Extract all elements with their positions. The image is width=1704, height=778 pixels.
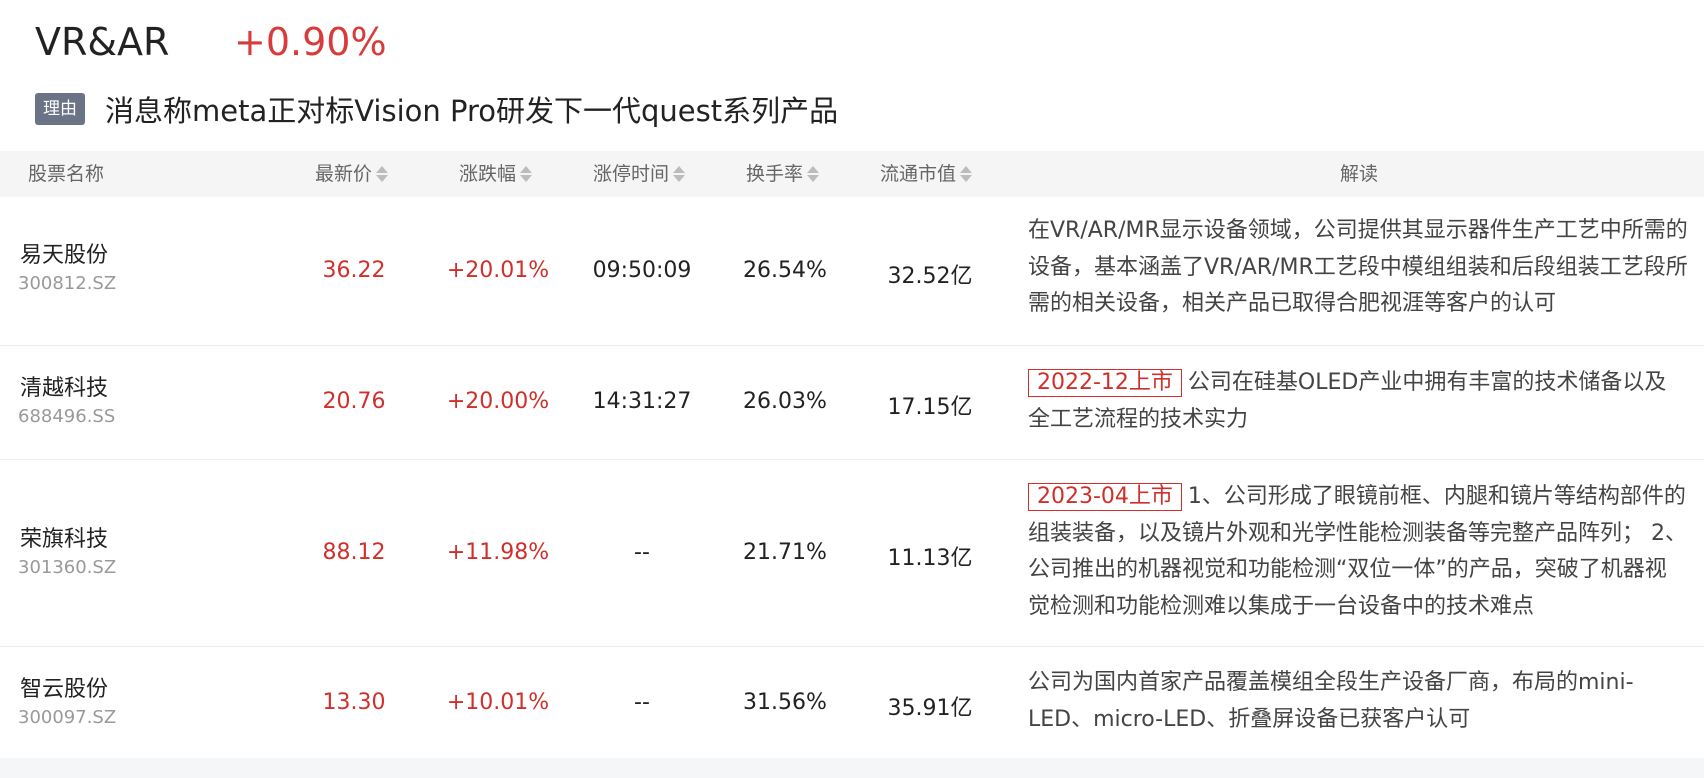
table-row[interactable]: 智云股份 300097.SZ 13.30 +10.01% -- 31.56% 3…	[0, 647, 1704, 759]
table-header: 股票名称 最新价 涨跌幅 涨停时间 换手率 流通市值 解读	[0, 151, 1704, 197]
turnover: 26.54%	[743, 258, 827, 283]
interpretation: 2023-04上市 1、公司形成了眼镜前框、内腿和镜片等结构部件的组装装备，以及镜…	[1028, 479, 1688, 625]
interpretation: 2022-12上市 公司在硅基OLED产业中拥有丰富的技术储备以及全工艺流程的技术…	[1028, 365, 1688, 438]
stock-name[interactable]: 易天股份	[20, 237, 108, 269]
ipo-badge: 2023-04上市	[1028, 483, 1182, 511]
sort-icon[interactable]	[672, 164, 686, 184]
limit-time: --	[634, 540, 650, 565]
limit-time: --	[634, 690, 650, 715]
stock-code: 688496.SS	[18, 406, 116, 427]
stock-code: 300812.SZ	[18, 273, 117, 294]
stock-name[interactable]: 荣旗科技	[20, 521, 108, 553]
table-row[interactable]: 清越科技 688496.SS 20.76 +20.00% 14:31:27 26…	[0, 346, 1704, 460]
ipo-badge: 2022-12上市	[1028, 369, 1182, 397]
price: 20.76	[322, 389, 386, 414]
sector-name: VR&AR	[35, 20, 170, 64]
reason-row: 理由 消息称meta正对标Vision Pro研发下一代quest系列产品	[35, 88, 838, 130]
sort-icon[interactable]	[375, 164, 389, 184]
bottom-strip	[0, 758, 1704, 778]
limit-time: 14:31:27	[592, 389, 692, 414]
header-stock-name: 股票名称	[28, 163, 105, 185]
stock-code: 300097.SZ	[18, 707, 117, 728]
sort-icon[interactable]	[959, 164, 973, 184]
sort-icon[interactable]	[519, 164, 533, 184]
table-row[interactable]: 易天股份 300812.SZ 36.22 +20.01% 09:50:09 26…	[0, 197, 1704, 346]
header-change[interactable]: 涨跌幅	[459, 151, 533, 197]
limit-time: 09:50:09	[592, 258, 692, 283]
header-turnover[interactable]: 换手率	[746, 151, 820, 197]
turnover: 21.71%	[743, 540, 827, 565]
stock-name[interactable]: 清越科技	[20, 370, 108, 402]
reason-text: 消息称meta正对标Vision Pro研发下一代quest系列产品	[105, 94, 839, 128]
interpretation: 公司为国内首家产品覆盖模组全段生产设备厂商，布局的mini-LED、micro-…	[1028, 665, 1688, 738]
turnover: 31.56%	[743, 690, 827, 715]
sector-header: VR&AR +0.90% 理由 消息称meta正对标Vision Pro研发下一…	[0, 0, 1704, 151]
interpretation-text: 在VR/AR/MR显示设备领域，公司提供其显示器件生产工艺中所需的设备，基本涵盖…	[1028, 218, 1688, 316]
market-cap: 17.15亿	[887, 395, 973, 420]
header-market-cap[interactable]: 流通市值	[880, 151, 973, 197]
header-interpretation: 解读	[1340, 163, 1379, 185]
reason-tag: 理由	[35, 93, 85, 125]
table-row[interactable]: 荣旗科技 301360.SZ 88.12 +11.98% -- 21.71% 1…	[0, 460, 1704, 647]
interpretation-text: 公司为国内首家产品覆盖模组全段生产设备厂商，布局的mini-LED、micro-…	[1028, 670, 1634, 732]
market-cap: 32.52亿	[887, 264, 973, 289]
stock-name[interactable]: 智云股份	[20, 671, 108, 703]
sort-icon[interactable]	[806, 164, 820, 184]
change: +11.98%	[446, 540, 550, 565]
price: 88.12	[322, 540, 386, 565]
price: 13.30	[322, 690, 386, 715]
market-cap: 11.13亿	[887, 546, 973, 571]
change: +20.01%	[446, 258, 550, 283]
stock-code: 301360.SZ	[18, 557, 117, 578]
market-cap: 35.91亿	[887, 696, 973, 721]
change: +20.00%	[446, 389, 550, 414]
header-price[interactable]: 最新价	[315, 151, 389, 197]
sector-change: +0.90%	[234, 20, 387, 64]
stock-table: 股票名称 最新价 涨跌幅 涨停时间 换手率 流通市值 解读 易天股份 30081…	[0, 151, 1704, 759]
turnover: 26.03%	[743, 389, 827, 414]
interpretation: 在VR/AR/MR显示设备领域，公司提供其显示器件生产工艺中所需的设备，基本涵盖…	[1028, 213, 1688, 323]
header-limit-time[interactable]: 涨停时间	[593, 151, 686, 197]
change: +10.01%	[446, 690, 550, 715]
price: 36.22	[322, 258, 386, 283]
